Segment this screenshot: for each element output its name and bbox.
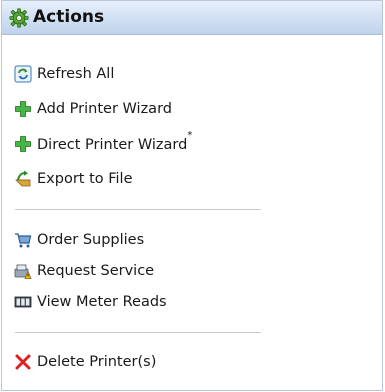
view-meter-reads-label: View Meter Reads bbox=[37, 294, 167, 310]
separator bbox=[15, 332, 261, 333]
request-service-label: Request Service bbox=[37, 263, 155, 279]
refresh-all-label: Refresh All bbox=[37, 66, 115, 82]
gear-icon bbox=[9, 8, 29, 28]
export-to-file-action[interactable]: Export to File bbox=[14, 168, 133, 190]
refresh-icon bbox=[14, 65, 32, 83]
delete-printers-action[interactable]: Delete Printer(s) bbox=[14, 351, 156, 373]
order-supplies-action[interactable]: Order Supplies bbox=[14, 229, 144, 251]
separator bbox=[15, 209, 261, 210]
actions-panel: Actions Refresh All Add Printer Wizard D… bbox=[1, 0, 383, 391]
refresh-all-action[interactable]: Refresh All bbox=[14, 63, 114, 85]
meter-icon bbox=[14, 296, 32, 308]
order-supplies-label: Order Supplies bbox=[37, 232, 145, 248]
add-printer-wizard-action[interactable]: Add Printer Wizard bbox=[14, 98, 172, 120]
actions-header: Actions bbox=[2, 1, 382, 35]
service-icon bbox=[14, 264, 32, 279]
export-to-file-label: Export to File bbox=[37, 171, 133, 187]
add-printer-wizard-label: Add Printer Wizard bbox=[37, 101, 172, 117]
view-meter-reads-action[interactable]: View Meter Reads bbox=[14, 291, 167, 313]
cart-icon bbox=[15, 233, 32, 248]
request-service-action[interactable]: Request Service bbox=[14, 260, 154, 282]
delete-icon bbox=[15, 354, 31, 370]
plus-icon bbox=[15, 101, 31, 117]
export-icon bbox=[15, 170, 31, 187]
asterisk-marker: * bbox=[187, 130, 193, 142]
direct-printer-wizard-label: Direct Printer Wizard* bbox=[37, 130, 192, 153]
panel-title: Actions bbox=[33, 7, 105, 27]
plus-icon bbox=[15, 136, 31, 152]
direct-printer-wizard-action[interactable]: Direct Printer Wizard* bbox=[14, 130, 192, 155]
delete-printers-label: Delete Printer(s) bbox=[37, 354, 157, 370]
direct-printer-wizard-text: Direct Printer Wizard bbox=[37, 136, 188, 153]
